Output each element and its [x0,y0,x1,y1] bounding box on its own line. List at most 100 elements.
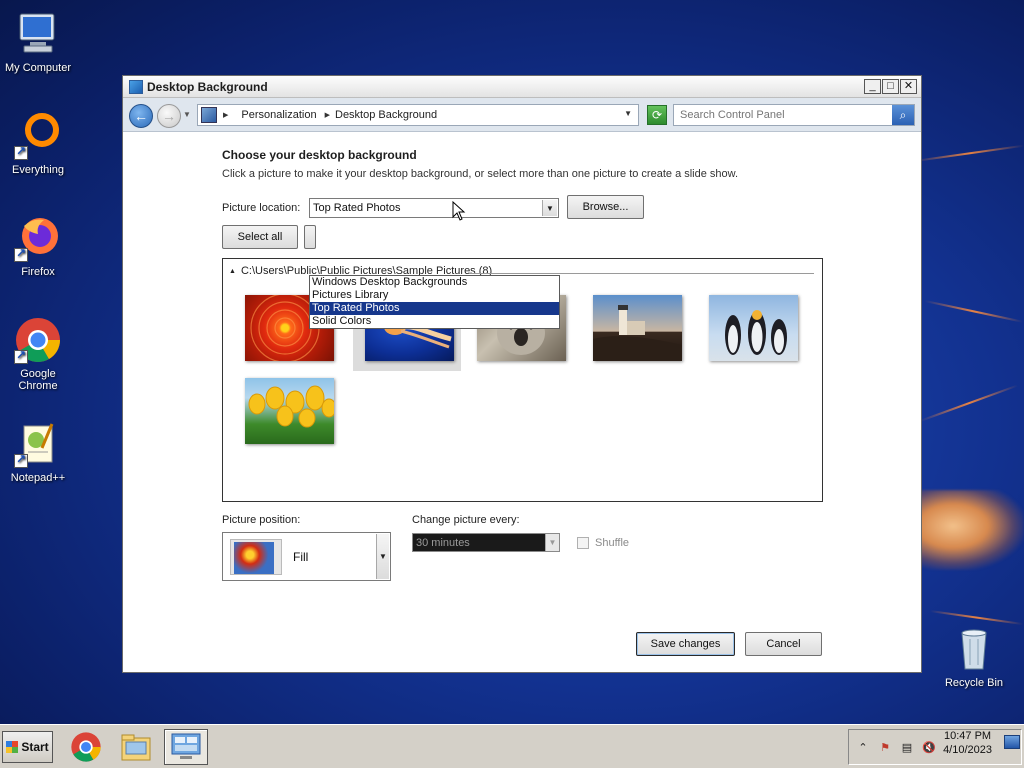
dropdown-option[interactable]: Pictures Library [310,289,559,302]
tulips-image [245,378,334,444]
wallpaper-jellyfish [915,490,1024,570]
breadcrumb-desktop-background[interactable]: ▶ Desktop Background [325,109,438,121]
breadcrumb-root-arrow[interactable]: ▶ [223,111,233,119]
search-icon: ⌕ [899,107,907,122]
desktop-icon-label: Google Chrome [18,368,58,392]
group-divider [469,273,814,274]
shuffle-checkbox: Shuffle [577,537,629,549]
wallpaper-streak [929,610,1024,626]
window-title: Desktop Background [147,79,268,94]
control-panel-icon [171,733,201,759]
picture-location-select[interactable]: Top Rated Photos ▼ [309,198,559,218]
collapse-icon: ▲ [229,267,236,275]
refresh-button[interactable]: ⟳ [647,105,667,125]
chevron-down-icon: ▼ [545,534,559,551]
show-desktop-button[interactable] [1004,735,1020,749]
picture-location-value: Top Rated Photos [313,202,401,214]
clear-all-button[interactable] [304,225,316,249]
cancel-button[interactable]: Cancel [745,632,822,656]
desktop-icon-recycle-bin[interactable]: Recycle Bin [936,625,1012,689]
wallpaper-streak [914,144,1024,162]
page-title: Choose your desktop background [222,148,417,162]
penguins-image [709,295,798,361]
show-hidden-icons-icon[interactable]: ⌃ [855,739,871,755]
picture-position-label: Picture position: [222,514,301,526]
control-panel-icon [201,107,217,123]
back-button[interactable]: ← [129,104,153,128]
desktop-icon-my-computer[interactable]: My Computer [0,10,76,74]
change-picture-label: Change picture every: [412,514,520,526]
taskbar-file-explorer[interactable] [114,729,158,765]
address-history-dropdown-icon[interactable]: ▼ [624,109,632,118]
content-pane: Choose your desktop background Click a p… [123,132,921,672]
volume-muted-icon[interactable]: 🔇 [921,739,937,755]
change-picture-interval-select: 30 minutes ▼ [412,533,560,552]
change-picture-interval-value: 30 minutes [416,537,470,549]
desktop-icon-notepad-plus-plus[interactable]: Notepad++ [0,420,76,484]
thumbnail-lighthouse[interactable] [581,289,689,371]
start-button[interactable]: Start [2,731,53,763]
select-all-button[interactable]: Select all [222,225,298,249]
breadcrumb-personalization[interactable]: Personalization [241,109,316,121]
desktop-icon-label: Recycle Bin [944,677,1004,689]
mouse-cursor-icon [452,201,466,221]
computer-icon [14,10,62,58]
control-panel-icon [129,79,143,94]
arrow-right-icon: → [162,108,176,124]
desktop-icon-label: My Computer [4,62,72,74]
lighthouse-image [593,295,682,361]
notepad-plus-plus-icon [14,420,62,468]
desktop-icon-google-chrome[interactable]: Google Chrome [0,316,76,392]
action-center-flag-icon[interactable]: ⚑ [877,739,893,755]
picture-location-dropdown: Windows Desktop Backgrounds Pictures Lib… [309,275,560,329]
taskbar-control-panel[interactable] [164,729,208,765]
position-preview-image [230,539,282,575]
picture-location-label: Picture location: [222,202,301,214]
chrome-icon [14,316,62,364]
search-box: ⌕ [673,104,915,126]
clock-date: 4/10/2023 [943,744,992,756]
taskbar-chrome[interactable] [64,729,108,765]
chevron-right-icon: ▶ [223,112,229,119]
desktop-icon-everything[interactable]: Everything [0,112,76,176]
checkbox-box [577,537,589,549]
save-changes-button[interactable]: Save changes [636,632,735,656]
desktop-icon-firefox[interactable]: Firefox [0,214,76,278]
clock[interactable]: 10:47 PM 4/10/2023 [943,729,992,757]
start-label: Start [21,740,49,754]
search-button[interactable]: ⌕ [892,105,914,125]
forward-button[interactable]: → [157,104,181,128]
thumbnail-tulips[interactable] [233,372,341,454]
window-titlebar[interactable]: Desktop Background _ □ ✕ [123,76,921,98]
dropdown-option-selected[interactable]: Top Rated Photos [310,302,559,315]
address-bar: ← → ▼ ▶ Personalization ▶ Desktop Backgro… [123,98,921,132]
address-box[interactable]: ▶ Personalization ▶ Desktop Background ▼ [197,104,639,126]
search-input[interactable] [674,105,884,125]
shortcut-arrow-icon [14,144,28,160]
chevron-down-icon: ▼ [376,534,389,579]
network-icon[interactable]: ▤ [899,739,915,755]
chrome-icon [71,732,101,762]
thumbnail-penguins[interactable] [697,289,805,371]
recent-pages-dropdown-icon[interactable]: ▼ [183,110,191,119]
desktop-icon-label: Everything [12,164,64,176]
minimize-button[interactable]: _ [864,79,881,94]
folder-icon [121,734,151,761]
everything-icon [14,112,62,160]
shortcut-arrow-icon [14,246,28,262]
shortcut-arrow-icon [14,452,28,468]
page-description: Click a picture to make it your desktop … [222,168,739,180]
chevron-down-icon: ▼ [542,200,557,216]
shuffle-label: Shuffle [595,537,630,549]
desktop-icon-label: Notepad++ [10,472,66,484]
maximize-button[interactable]: □ [882,79,899,94]
browse-button[interactable]: Browse... [567,195,644,219]
taskbar: Start ⌃ ⚑ ▤ 🔇 10:47 PM 4/10/2023 [0,724,1024,768]
shortcut-arrow-icon [14,348,28,364]
desktop-icon-label: Firefox [21,266,55,278]
dropdown-option[interactable]: Windows Desktop Backgrounds [310,276,559,289]
picture-position-select[interactable]: Fill ▼ [222,532,391,581]
desktop-background-window: Desktop Background _ □ ✕ ← → ▼ ▶ Persona… [122,75,922,673]
dropdown-option[interactable]: Solid Colors [310,315,559,328]
close-button[interactable]: ✕ [900,79,917,94]
